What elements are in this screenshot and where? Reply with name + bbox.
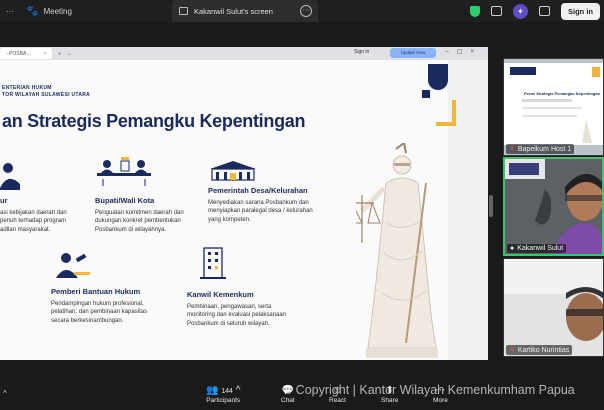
mic-on-icon: ● bbox=[510, 245, 515, 252]
stakeholder-kanwil: Kanwil Kemenkum Pembinaan, pengawasan, s… bbox=[187, 290, 317, 328]
legal-aid-illustration-icon bbox=[56, 253, 90, 278]
react-label: React bbox=[329, 397, 346, 404]
stakeholder-legal-aid: Pemberi Bantuan Hukum Pendampingan hukum… bbox=[51, 287, 161, 325]
participants-button[interactable]: 👥 144 ^ Participants bbox=[206, 384, 240, 404]
share-label: Share bbox=[381, 397, 399, 404]
update-button[interactable]: Update Now bbox=[390, 48, 436, 58]
browser-tab[interactable]: - POSBA… × bbox=[0, 48, 53, 59]
participant-label: ✕ Kartiko Nurintias bbox=[506, 345, 573, 355]
mic-muted-icon: ✕ bbox=[509, 347, 515, 354]
participants-count: 144 bbox=[221, 388, 233, 395]
participant-tile-active-speaker[interactable]: ● Kakanwil Sulut bbox=[503, 157, 604, 256]
participant-tile[interactable]: ✕ Kartiko Nurintias bbox=[503, 258, 604, 357]
participant-tile[interactable]: Peran Strategis Pemangku Kepentingan ✕ B… bbox=[503, 58, 604, 156]
decor-gold-shape bbox=[436, 100, 456, 126]
more-dots-icon[interactable]: ⋯ bbox=[6, 7, 14, 16]
org-line-1: ENTERIAN HUKUM bbox=[2, 85, 52, 91]
stakeholder-line: Penguatan komitmen daerah dan bbox=[95, 209, 184, 216]
stakeholder-heading: Bupati/Wali Kota bbox=[95, 196, 155, 205]
chevron-up-icon[interactable]: ^ bbox=[3, 389, 7, 398]
cast-icon[interactable] bbox=[539, 6, 550, 16]
mayor-illustration-icon bbox=[97, 157, 151, 186]
screen-share-icon bbox=[179, 7, 188, 15]
stakeholder-heading: ur bbox=[0, 196, 8, 205]
stakeholder-line: Pembinaan, pengawasan, serta bbox=[187, 303, 272, 310]
stakeholder-line: monitoring dan evaluasi pelaksanaan bbox=[187, 312, 287, 318]
copyright-watermark: © Copyright | Kantor Wilayah Kemenkumham… bbox=[283, 383, 575, 397]
top-right-controls: ✦ Sign in bbox=[470, 0, 604, 22]
tab-meeting[interactable]: ⋯ 🐾 Meeting bbox=[0, 0, 172, 22]
stakeholder-line: Posbankum di wilayahnya. bbox=[95, 226, 167, 233]
participant-name: Bapelkum Host 1 bbox=[517, 145, 572, 153]
camera-feed-image bbox=[505, 159, 602, 254]
ai-companion-icon[interactable]: ✦ bbox=[513, 3, 528, 19]
thumbnail-title: Peran Strategis Pemangku Kepentingan bbox=[524, 91, 601, 96]
participant-label: ✕ Bapelkum Host 1 bbox=[506, 144, 575, 154]
browser-tab-strip: - POSBA… × + ⌄ Sign in Update Now –▢× bbox=[0, 47, 488, 60]
village-office-illustration-icon bbox=[210, 161, 256, 181]
stakeholder-line: asi kebijakan daerah dan bbox=[0, 209, 67, 216]
stakeholder-line: Menyediakan sarana Posbankum dan bbox=[208, 199, 309, 206]
stakeholder-line: Pendampingan hukum profesional, bbox=[51, 300, 144, 307]
stakeholder-heading: Pemerintah Desa/Kelurahan bbox=[208, 186, 308, 195]
shared-slide-thumbnail bbox=[504, 59, 603, 155]
stakeholder-line: menyiapkan paralegal desa / kelurahan bbox=[208, 208, 313, 214]
notes-icon[interactable] bbox=[491, 6, 502, 16]
shield-icon[interactable] bbox=[470, 5, 480, 17]
stakeholder-line: yang kompeten. bbox=[208, 216, 251, 223]
participant-name: Kakanwil Sulut bbox=[517, 245, 564, 252]
sign-in-button[interactable]: Sign in bbox=[561, 2, 600, 20]
participant-label: ● Kakanwil Sulut bbox=[507, 244, 567, 253]
decor-navy-square bbox=[422, 90, 430, 98]
window-controls[interactable]: –▢× bbox=[445, 48, 482, 55]
chat-label: Chat bbox=[281, 397, 295, 404]
participant-name: Kartiko Nurintias bbox=[517, 346, 570, 354]
browser-tab-title: - POSBA… bbox=[6, 50, 32, 57]
stakeholder-governor: ur asi kebijakan daerah dan penuh terhad… bbox=[0, 196, 80, 234]
governor-illustration-icon bbox=[0, 163, 20, 190]
resize-handle[interactable] bbox=[489, 195, 493, 217]
mic-muted-icon: ✕ bbox=[509, 146, 515, 153]
stakeholder-line: Posbankum di seluruh wilayah. bbox=[187, 320, 270, 327]
tab-share-label: Kakanwil Sulut's screen bbox=[194, 6, 273, 16]
shared-screen: - POSBA… × + ⌄ Sign in Update Now –▢× EN… bbox=[0, 47, 488, 360]
lady-justice-statue-image bbox=[356, 143, 438, 358]
more-label: More bbox=[433, 397, 448, 404]
slide-title: an Strategis Pemangku Kepentingan bbox=[2, 111, 306, 131]
stakeholder-village: Pemerintah Desa/Kelurahan Menyediakan sa… bbox=[208, 186, 333, 224]
close-icon[interactable]: × bbox=[43, 51, 46, 57]
top-bar: ⋯ 🐾 Meeting Kakanwil Sulut's screen ⋯ ✦ … bbox=[0, 0, 604, 22]
tab-shared-screen[interactable]: Kakanwil Sulut's screen ⋯ bbox=[172, 0, 318, 22]
stakeholder-mayor: Bupati/Wali Kota Penguatan komitmen daer… bbox=[95, 196, 205, 234]
participants-label: Participants bbox=[206, 397, 241, 404]
stakeholder-line: penuh terhadap program bbox=[0, 218, 67, 224]
stakeholder-line: dukungan konkret pembentukan bbox=[95, 218, 181, 224]
browser-signin[interactable]: Sign in bbox=[354, 49, 369, 55]
more-options-icon[interactable]: ⋯ bbox=[300, 5, 312, 17]
tab-meeting-label: Meeting bbox=[43, 6, 72, 16]
org-name: ENTERIAN HUKUM TOR WILAYAH SULAWESI UTAR… bbox=[2, 85, 90, 99]
stakeholder-line: pelatihan, dan pembinaan kapasitas bbox=[51, 309, 148, 315]
new-tab-icon[interactable]: + bbox=[58, 51, 61, 57]
stakeholder-line: adilan masyarakat. bbox=[0, 226, 51, 233]
paw-icon: 🐾 bbox=[26, 5, 39, 17]
camera-feed-image bbox=[504, 259, 603, 356]
office-building-illustration-icon bbox=[200, 247, 226, 279]
stakeholder-line: secara berkesinambungan. bbox=[51, 317, 124, 324]
presentation-slide: ENTERIAN HUKUM TOR WILAYAH SULAWESI UTAR… bbox=[0, 60, 488, 360]
org-line-2: TOR WILAYAH SULAWESI UTARA bbox=[2, 92, 91, 98]
chevron-down-icon[interactable]: ⌄ bbox=[67, 51, 71, 57]
stakeholder-heading: Kanwil Kemenkum bbox=[187, 290, 254, 299]
stakeholder-heading: Pemberi Bantuan Hukum bbox=[51, 287, 141, 296]
participants-icon: 👥 144 ^ bbox=[206, 385, 241, 396]
decor-navy-shape bbox=[428, 64, 448, 90]
